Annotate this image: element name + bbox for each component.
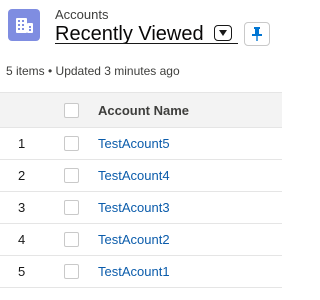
select-all-checkbox[interactable] [64,103,79,118]
table-header-row: Account Name [0,92,282,128]
row-checkbox[interactable] [64,200,79,215]
account-name-link[interactable]: TestAcount5 [98,128,170,159]
row-checkbox[interactable] [64,232,79,247]
table-row: 2 TestAcount4 [0,160,282,192]
row-checkbox[interactable] [64,264,79,279]
table-row: 3 TestAcount3 [0,192,282,224]
row-number: 2 [18,168,26,183]
list-view-meta: 5 items • Updated 3 minutes ago [6,64,180,78]
table-row: 4 TestAcount2 [0,224,282,256]
table-row: 1 TestAcount5 [0,128,282,160]
accounts-table: Account Name 1 TestAcount5 2 TestAcount4… [0,92,282,288]
title-underline [55,43,238,44]
table-row: 5 TestAcount1 [0,256,282,288]
pin-button[interactable] [244,22,270,46]
row-checkbox[interactable] [64,168,79,183]
row-number: 5 [18,264,26,279]
row-number: 4 [18,232,26,247]
account-name-link[interactable]: TestAcount3 [98,192,170,223]
object-label: Accounts [55,7,109,22]
account-name-link[interactable]: TestAcount4 [98,160,170,191]
list-view-header: Accounts Recently Viewed 5 items • Updat… [0,0,282,92]
row-number: 1 [18,136,26,151]
pin-icon [252,27,262,41]
list-view-page: Accounts Recently Viewed 5 items • Updat… [0,0,282,300]
account-name-link[interactable]: TestAcount1 [98,256,170,287]
column-header-account-name[interactable]: Account Name [98,93,189,127]
row-checkbox[interactable] [64,136,79,151]
account-name-link[interactable]: TestAcount2 [98,224,170,255]
accounts-icon [8,9,40,41]
caret-down-icon [219,30,227,36]
list-view-picker-button[interactable] [214,25,232,41]
row-number: 3 [18,200,26,215]
